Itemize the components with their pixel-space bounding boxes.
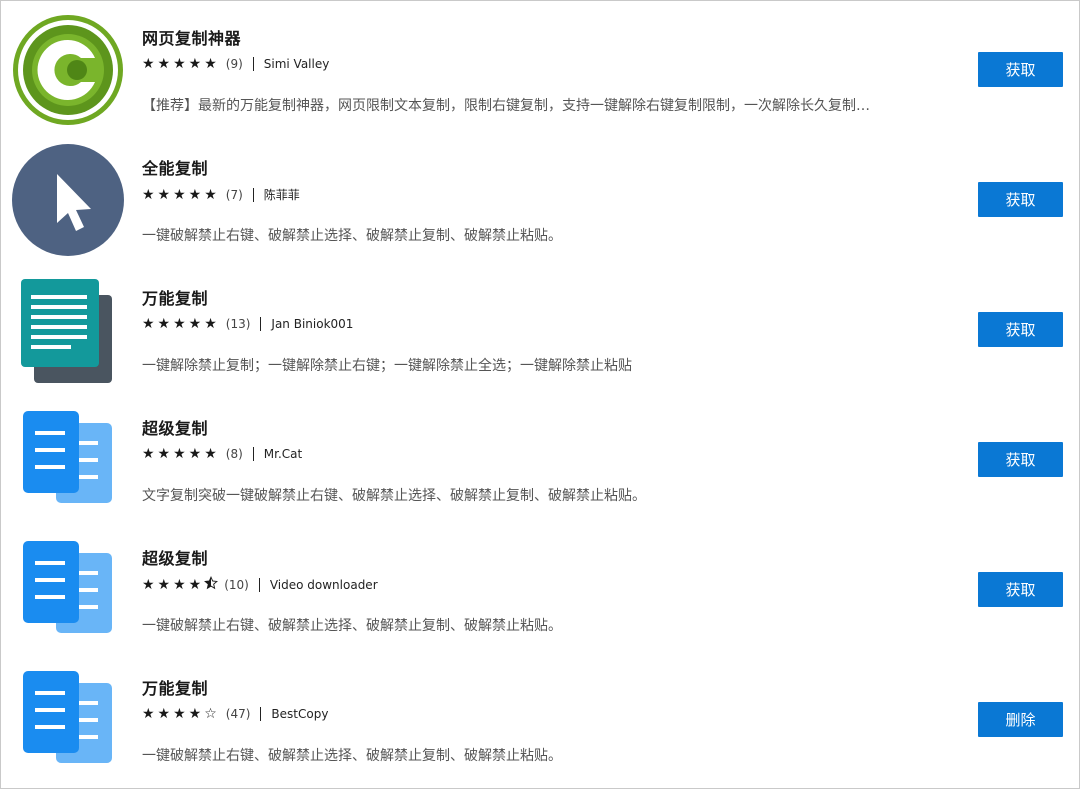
get-button[interactable]: 获取 (978, 312, 1063, 347)
list-item[interactable]: 万能复制 ★★★★☆ (47) BestCopy 一键破解禁止右键、破解禁止选择… (1, 651, 1079, 781)
extension-title[interactable]: 超级复制 (142, 545, 208, 569)
extension-meta: ★★★★★ (8) Mr.Cat (142, 446, 302, 462)
rating-stars: ★★★★★ (142, 186, 220, 203)
extension-description: 【推荐】最新的万能复制神器，网页限制文本复制，限制右键复制，支持一键解除右键复制… (142, 98, 870, 114)
extension-title[interactable]: 万能复制 (142, 285, 208, 309)
divider (260, 707, 262, 721)
list-item[interactable]: 万能复制 ★★★★★ (13) Jan Biniok001 一键解除禁止复制；一… (1, 261, 1079, 391)
extension-author: Mr.Cat (263, 447, 303, 461)
extension-list: 网页复制神器 ★★★★★ (9) Simi Valley 【推荐】最新的万能复制… (1, 1, 1079, 781)
extension-title[interactable]: 超级复制 (142, 415, 208, 439)
rating-stars: ★★★★ (142, 576, 219, 593)
divider (252, 447, 254, 461)
rating-stars: ★★★★★ (142, 56, 220, 72)
rating-count: (13) (225, 317, 251, 331)
remove-button[interactable]: 删除 (978, 702, 1063, 737)
copy-document-icon[interactable] (11, 663, 125, 777)
extension-author: Simi Valley (263, 57, 330, 71)
text-document-icon[interactable] (11, 273, 125, 387)
get-button[interactable]: 获取 (978, 52, 1063, 87)
extension-description: 文字复制突破一键破解禁止右键、破解禁止选择、破解禁止复制、破解禁止粘贴。 (142, 488, 646, 504)
list-item[interactable]: 超级复制 ★★★★ (10) Video downloader 一键破解禁止右键… (1, 521, 1079, 651)
list-item[interactable]: 全能复制 ★★★★★ (7) 陈菲菲 一键破解禁止右键、破解禁止选择、破解禁止复… (1, 131, 1079, 261)
copy-document-icon[interactable] (11, 533, 125, 647)
rating-stars: ★★★★☆ (142, 706, 220, 722)
rating-count: (47) (225, 707, 251, 721)
get-button[interactable]: 获取 (978, 572, 1063, 607)
divider (252, 57, 254, 71)
extension-meta: ★★★★★ (7) 陈菲菲 (142, 186, 300, 203)
copy-c-logo-icon[interactable] (11, 13, 125, 127)
extension-search-results: 网页复制神器 ★★★★★ (9) Simi Valley 【推荐】最新的万能复制… (0, 0, 1080, 789)
rating-count: (9) (225, 57, 243, 71)
rating-stars: ★★★★★ (142, 316, 220, 332)
list-item[interactable]: 网页复制神器 ★★★★★ (9) Simi Valley 【推荐】最新的万能复制… (1, 1, 1079, 131)
full-stars: ★★★★ (142, 577, 205, 593)
extension-description: 一键破解禁止右键、破解禁止选择、破解禁止复制、破解禁止粘贴。 (142, 228, 562, 244)
extension-title[interactable]: 全能复制 (142, 155, 208, 179)
divider (252, 187, 254, 202)
extension-description: 一键破解禁止右键、破解禁止选择、破解禁止复制、破解禁止粘贴。 (142, 618, 562, 634)
extension-author: Jan Biniok001 (271, 317, 354, 331)
list-item[interactable]: 超级复制 ★★★★★ (8) Mr.Cat 文字复制突破一键破解禁止右键、破解禁… (1, 391, 1079, 521)
extension-description: 一键破解禁止右键、破解禁止选择、破解禁止复制、破解禁止粘贴。 (142, 748, 562, 764)
copy-document-icon[interactable] (11, 403, 125, 517)
extension-description: 一键解除禁止复制；一键解除禁止右键；一键解除禁止全选；一键解除禁止粘贴 (142, 358, 632, 374)
divider (258, 577, 260, 592)
half-star-icon (204, 576, 219, 593)
extension-meta: ★★★★ (10) Video downloader (142, 576, 378, 593)
get-button[interactable]: 获取 (978, 442, 1063, 477)
rating-count: (7) (225, 187, 243, 202)
get-button[interactable]: 获取 (978, 182, 1063, 217)
extension-author: BestCopy (271, 707, 329, 721)
extension-meta: ★★★★★ (9) Simi Valley (142, 56, 329, 72)
cursor-arrow-icon[interactable] (11, 143, 125, 257)
extension-title[interactable]: 万能复制 (142, 675, 208, 699)
rating-stars: ★★★★★ (142, 446, 220, 462)
extension-meta: ★★★★★ (13) Jan Biniok001 (142, 316, 353, 332)
rating-count: (10) (224, 577, 249, 592)
rating-count: (8) (225, 447, 243, 461)
extension-title[interactable]: 网页复制神器 (142, 25, 241, 49)
extension-author: Video downloader (269, 577, 378, 592)
divider (260, 317, 262, 331)
extension-meta: ★★★★☆ (47) BestCopy (142, 706, 328, 722)
extension-author: 陈菲菲 (263, 188, 300, 202)
